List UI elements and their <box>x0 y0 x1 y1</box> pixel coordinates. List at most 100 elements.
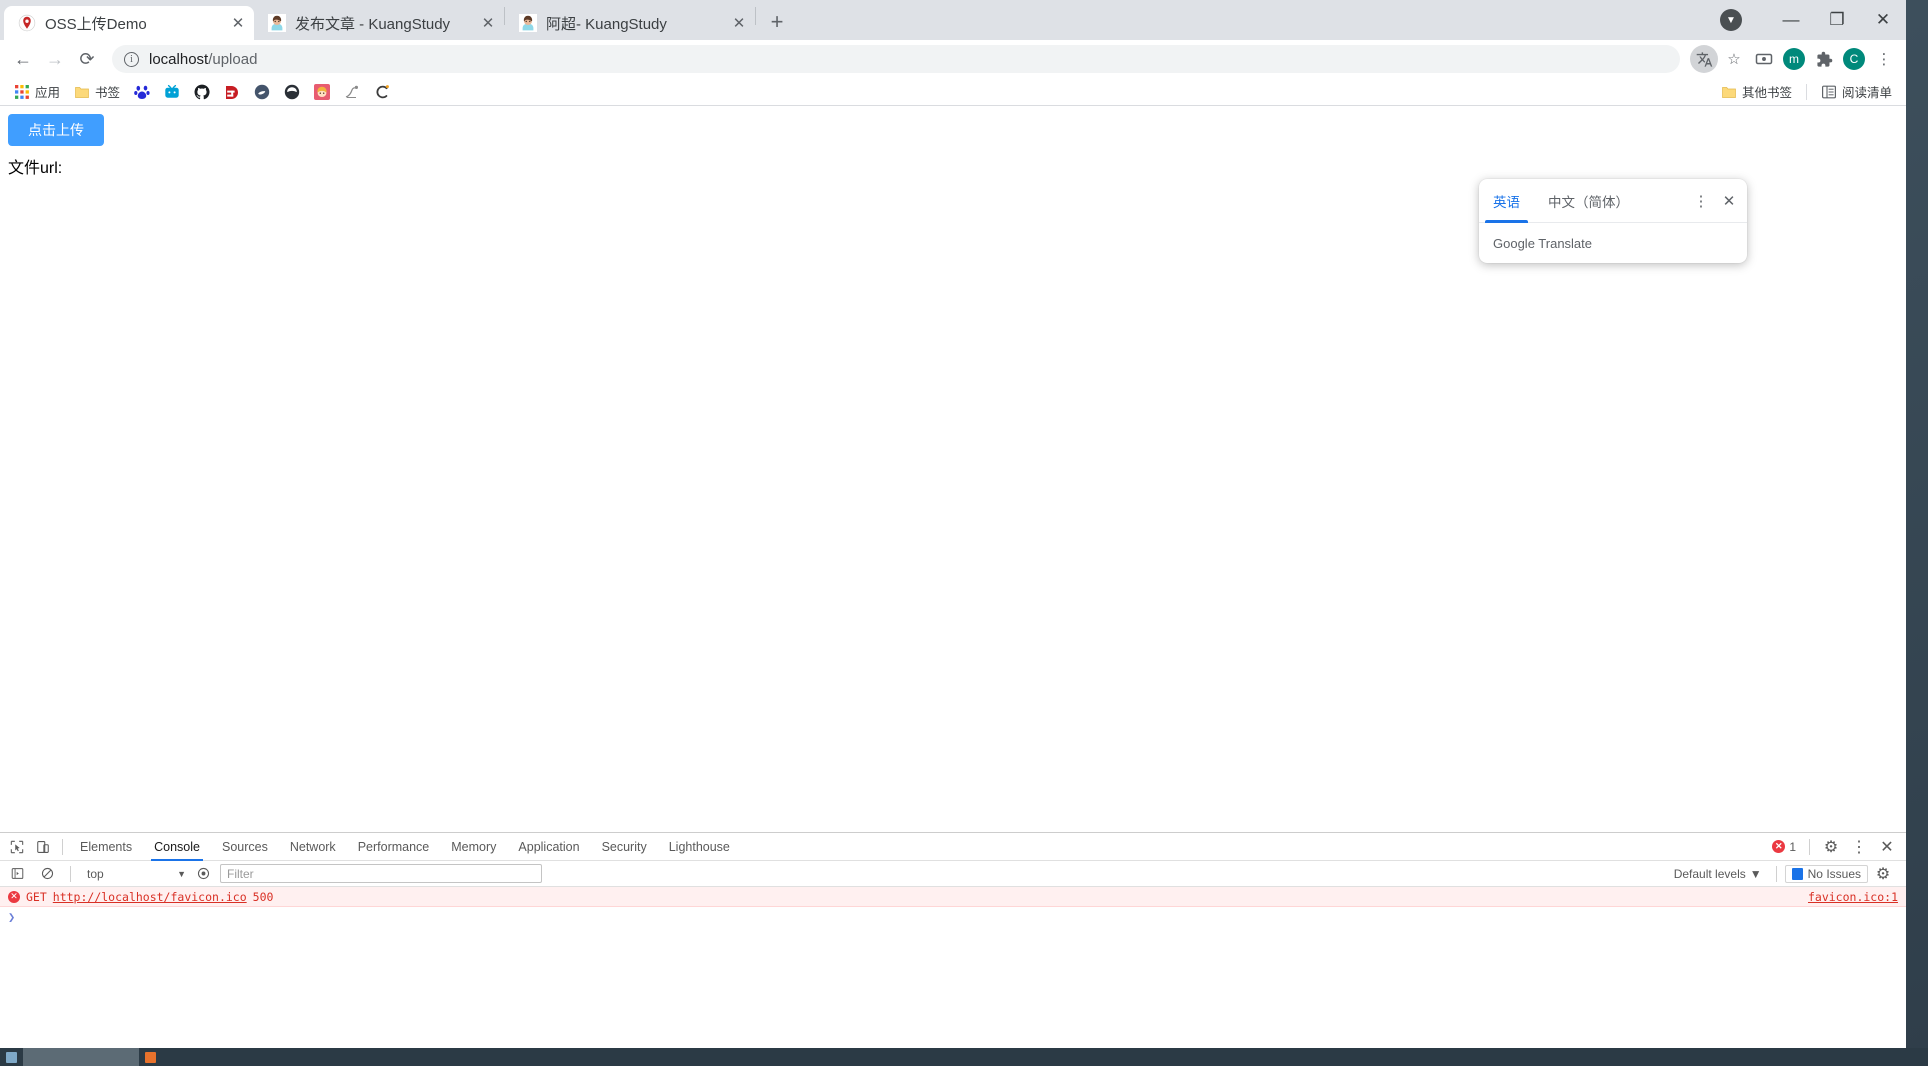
bookmark-folder-shujian[interactable]: 书签 <box>68 80 126 103</box>
console-error-source-link[interactable]: favicon.ico:1 <box>1808 890 1898 904</box>
devtools-tabbar: Elements Console Sources Network Perform… <box>0 833 1906 861</box>
console-filter-input[interactable]: Filter <box>220 864 542 883</box>
back-button[interactable]: ← <box>8 44 38 74</box>
bookmark-sketch-site[interactable] <box>338 82 366 102</box>
browser-tab-3[interactable]: 阿超- KuangStudy ✕ <box>505 6 755 40</box>
console-context-selector[interactable]: top ▼ <box>81 867 186 881</box>
bookmark-github[interactable] <box>188 82 216 102</box>
translate-tab-source[interactable]: 英语 <box>1479 179 1534 223</box>
translate-close-icon[interactable]: ✕ <box>1715 187 1743 215</box>
reload-button[interactable]: ⟳ <box>72 44 102 74</box>
window-close-button[interactable]: ✕ <box>1860 0 1906 40</box>
console-toolbar-divider <box>70 865 71 882</box>
browser-tab-3-close[interactable]: ✕ <box>729 13 749 33</box>
zhihu-icon <box>284 84 300 99</box>
bookmark-anime-site[interactable] <box>308 82 336 102</box>
browser-window: OSS上传Demo ✕ 发布文章 - KuangStudy ✕ 阿超- Kuan… <box>0 0 1906 1048</box>
baidu-icon <box>134 85 150 99</box>
devtools-tab-lighthouse[interactable]: Lighthouse <box>658 833 741 861</box>
reading-list-button[interactable]: 阅读清单 <box>1815 80 1898 103</box>
translate-glyph-icon <box>1696 51 1712 67</box>
bookmark-star-icon[interactable]: ☆ <box>1720 45 1748 73</box>
devtools-divider <box>1809 838 1810 855</box>
browser-tab-1[interactable]: OSS上传Demo ✕ <box>4 6 254 40</box>
window-minimize-button[interactable]: — <box>1768 0 1814 40</box>
bookmark-gitee[interactable] <box>218 82 246 102</box>
media-icon[interactable] <box>1750 45 1778 73</box>
devtools-more-icon[interactable]: ⋮ <box>1846 834 1872 860</box>
devtools-close-icon[interactable]: ✕ <box>1874 834 1900 860</box>
device-toolbar-icon[interactable] <box>30 834 56 860</box>
forward-button[interactable]: → <box>40 44 70 74</box>
apps-shortcut-label: 应用 <box>35 86 61 100</box>
sketch-icon <box>345 85 359 98</box>
console-no-issues-label: No Issues <box>1807 866 1861 881</box>
translate-tab-target[interactable]: 中文（简体） <box>1534 179 1643 223</box>
taskbar-item-active[interactable] <box>23 1048 139 1066</box>
console-sidebar-icon[interactable] <box>4 861 30 887</box>
site-info-icon[interactable]: i <box>124 51 139 67</box>
new-tab-button[interactable]: + <box>762 7 792 37</box>
console-error-url[interactable]: http://localhost/favicon.ico <box>53 890 247 904</box>
eye-glyph-icon <box>197 867 209 880</box>
puzzle-glyph-icon <box>1816 51 1832 67</box>
devtools-tab-sources[interactable]: Sources <box>211 833 279 861</box>
devtools-tab-memory[interactable]: Memory <box>440 833 507 861</box>
devtools-tab-network[interactable]: Network <box>279 833 347 861</box>
address-bar[interactable]: i localhost/upload <box>112 45 1680 73</box>
bookmark-csdn[interactable] <box>248 82 276 102</box>
profile-avatar-c[interactable]: C <box>1840 45 1868 73</box>
devtools-tab-console[interactable]: Console <box>143 833 211 861</box>
browser-tab-1-close[interactable]: ✕ <box>228 13 248 33</box>
upload-button[interactable]: 点击上传 <box>8 114 104 146</box>
devtools-tab-elements[interactable]: Elements <box>69 833 143 861</box>
browser-menu-icon[interactable]: ⋮ <box>1870 45 1898 73</box>
devtools-error-badge[interactable]: ✕ 1 <box>1767 840 1801 854</box>
devtools-panel: Elements Console Sources Network Perform… <box>0 832 1906 1048</box>
translate-popup-footer: Google Translate <box>1493 235 1593 251</box>
translate-icon[interactable] <box>1690 45 1718 73</box>
translate-options-icon[interactable]: ⋮ <box>1687 187 1715 215</box>
url-path: /upload <box>208 50 258 68</box>
taskbar-icon-2 <box>145 1051 156 1063</box>
console-live-expression-icon[interactable] <box>190 861 216 887</box>
taskbar-item-1[interactable] <box>6 1049 17 1065</box>
devtools-tab-security[interactable]: Security <box>591 833 658 861</box>
devtools-settings-icon[interactable]: ⚙ <box>1818 834 1844 860</box>
devtools-tab-performance[interactable]: Performance <box>347 833 441 861</box>
devtools-tab-application[interactable]: Application <box>507 833 590 861</box>
reading-list-label: 阅读清单 <box>1841 86 1892 100</box>
tab-strip: OSS上传Demo ✕ 发布文章 - KuangStudy ✕ 阿超- Kuan… <box>0 0 1906 40</box>
other-bookmarks-folder[interactable]: 其他书签 <box>1715 80 1798 103</box>
console-error-status: 500 <box>252 889 274 904</box>
bookmark-baidu[interactable] <box>128 82 156 102</box>
bookmark-zhihu[interactable] <box>278 82 306 102</box>
page-content: 点击上传 文件url: <box>0 106 1906 186</box>
profile-avatar-m[interactable]: m <box>1780 45 1808 73</box>
window-maximize-button[interactable]: ❐ <box>1814 0 1860 40</box>
avatar-m-label: m <box>1783 48 1805 70</box>
console-levels-selector[interactable]: Default levels ▼ <box>1668 867 1768 881</box>
inspect-element-icon[interactable] <box>4 834 30 860</box>
console-toolbar: top ▼ Filter Default levels ▼ No Issues … <box>0 861 1906 887</box>
bookmark-c-site[interactable] <box>368 82 396 102</box>
console-error-row[interactable]: ✕ GET http://localhost/favicon.ico 500 f… <box>0 887 1906 907</box>
console-toolbar-divider <box>1775 865 1777 882</box>
apps-shortcut[interactable]: 应用 <box>8 80 66 103</box>
console-no-issues-button[interactable]: No Issues <box>1784 864 1868 883</box>
extensions-icon[interactable] <box>1810 45 1838 73</box>
chevron-down-icon: ▼ <box>1749 866 1762 881</box>
apps-grid-icon <box>15 84 29 99</box>
console-input-prompt[interactable]: ❯ <box>0 907 1906 927</box>
taskbar-icon-1 <box>6 1051 17 1063</box>
browser-tab-2-close[interactable]: ✕ <box>478 13 498 33</box>
console-settings-icon[interactable]: ⚙ <box>1870 861 1896 887</box>
oss-favicon <box>18 14 36 32</box>
execute-glyph-icon <box>11 868 23 879</box>
kuangstudy-avatar-icon <box>268 14 286 32</box>
taskbar-item-2[interactable] <box>145 1049 156 1065</box>
browser-tab-2[interactable]: 发布文章 - KuangStudy ✕ <box>254 6 504 40</box>
bookmark-bilibili[interactable] <box>158 82 186 102</box>
clear-console-icon[interactable] <box>34 861 60 887</box>
download-indicator-icon[interactable]: ▼ <box>1720 9 1742 31</box>
